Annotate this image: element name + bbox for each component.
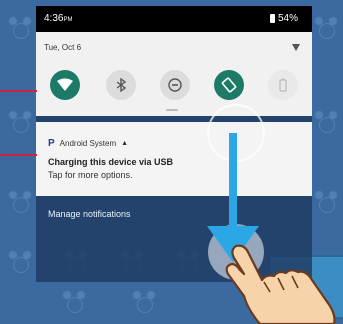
notification-card[interactable]: P Android System ▲ Charging this device …: [36, 122, 312, 196]
android-system-icon: P: [48, 138, 55, 149]
auto-rotate-icon: [221, 77, 237, 93]
status-battery: 54%: [269, 13, 298, 24]
swipe-down-arrow-shaft: [229, 133, 237, 229]
expand-chevron-icon[interactable]: [292, 44, 300, 51]
bluetooth-icon: [116, 78, 127, 92]
battery-icon: [269, 14, 275, 23]
drag-handle[interactable]: [166, 109, 178, 111]
bluetooth-tile[interactable]: [106, 70, 136, 100]
chevron-up-icon[interactable]: ▲: [121, 140, 128, 147]
callout-line-notification: [0, 154, 37, 156]
wifi-tile[interactable]: [50, 70, 80, 100]
notification-title: Charging this device via USB: [48, 157, 174, 167]
wifi-icon: [57, 78, 73, 91]
notification-body: Tap for more options.: [48, 170, 133, 180]
status-bar: 4:36PM 54%: [36, 6, 312, 32]
date-label: Tue, Oct 6: [44, 43, 82, 52]
do-not-disturb-tile[interactable]: [160, 70, 190, 100]
battery-saver-tile[interactable]: [268, 70, 298, 100]
callout-line-quick-settings: [0, 90, 37, 92]
screen: 4:36PM 54% Tue, Oct 6 P Android System ▲…: [0, 0, 343, 324]
do-not-disturb-icon: [168, 78, 182, 92]
auto-rotate-tile[interactable]: [214, 70, 244, 100]
status-time: 4:36PM: [44, 13, 73, 24]
battery-saver-icon: [279, 78, 287, 92]
pointing-hand-icon: [225, 244, 336, 324]
notification-app-name: Android System: [59, 139, 117, 148]
quick-settings-panel: Tue, Oct 6: [36, 32, 312, 116]
manage-notifications-button[interactable]: Manage notifications: [48, 209, 131, 219]
notification-header: P Android System ▲: [48, 138, 128, 149]
